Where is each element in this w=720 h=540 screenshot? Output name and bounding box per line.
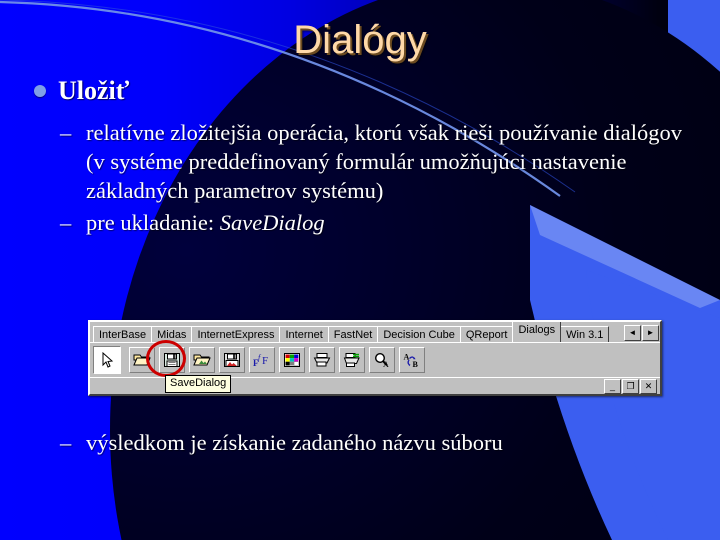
open-picture-dialog-icon[interactable] <box>189 347 215 373</box>
svg-text:B: B <box>413 360 419 368</box>
svg-text:A: A <box>383 360 389 368</box>
sub-bullet-item-3: – výsledkom je získanie zadaného názvu s… <box>60 428 503 457</box>
color-dialog-icon[interactable] <box>279 347 305 373</box>
tab-internetexpress[interactable]: InternetExpress <box>191 326 281 342</box>
sub-bullet-item-2: – pre ukladanie: SaveDialog <box>60 208 686 237</box>
palette-tab-scroller: ◄ ► <box>624 325 659 342</box>
slide: Dialógy Uložiť – relatívne zložitejšia o… <box>0 0 720 540</box>
close-button[interactable]: ✕ <box>640 378 657 394</box>
scroll-left-button[interactable]: ◄ <box>624 325 641 341</box>
save-picture-dialog-icon[interactable] <box>219 347 245 373</box>
palette-toolbar: F f F A A B <box>90 340 660 377</box>
sub-bullet-text-prefix: pre ukladanie: <box>86 209 220 235</box>
tab-win31[interactable]: Win 3.1 <box>560 326 610 342</box>
save-dialog-emphasis: SaveDialog <box>219 209 325 235</box>
svg-text:F: F <box>262 355 268 367</box>
font-dialog-icon[interactable]: F f F <box>249 347 275 373</box>
dash-marker: – <box>60 119 72 145</box>
minimize-button[interactable]: _ <box>604 378 621 394</box>
replace-dialog-icon[interactable]: A B <box>399 347 425 373</box>
tab-qreport[interactable]: QReport <box>459 326 514 342</box>
restore-button[interactable]: ❐ <box>622 378 639 394</box>
dash-marker: – <box>60 209 72 235</box>
save-dialog-tooltip: SaveDialog <box>165 375 232 393</box>
tab-midas[interactable]: Midas <box>151 326 193 342</box>
tab-fastnet[interactable]: FastNet <box>327 326 379 342</box>
find-dialog-icon[interactable]: A <box>369 347 395 373</box>
sub-bullet-text: výsledkom je získanie zadaného názvu súb… <box>86 430 503 455</box>
dash-marker: – <box>60 430 72 455</box>
body-content: Uložiť – relatívne zložitejšia operácia,… <box>0 74 720 237</box>
tab-dialogs[interactable]: Dialogs <box>512 322 562 342</box>
arrow-pointer-icon[interactable] <box>93 346 121 374</box>
tab-interbase[interactable]: InterBase <box>93 326 153 342</box>
bullet-item-ulozit: Uložiť <box>34 74 720 106</box>
bullet-item-label: Uložiť <box>58 76 130 106</box>
page-title: Dialógy <box>293 18 427 62</box>
tab-internet[interactable]: Internet <box>279 326 329 342</box>
disc-bullet-icon <box>34 85 46 98</box>
print-dialog-icon[interactable] <box>309 347 335 373</box>
printer-setup-dialog-icon[interactable] <box>339 347 365 373</box>
scroll-right-button[interactable]: ► <box>642 325 659 341</box>
save-dialog-icon[interactable] <box>159 347 185 373</box>
palette-tab-row: InterBase Midas InternetExpress Internet… <box>90 322 660 342</box>
tab-decision-cube[interactable]: Decision Cube <box>377 326 461 342</box>
open-dialog-icon[interactable] <box>129 347 155 373</box>
sub-bullet-item-1: – relatívne zložitejšia operácia, ktorú … <box>60 118 686 206</box>
sub-bullet-text: relatívne zložitejšia operácia, ktorú vš… <box>86 119 683 204</box>
